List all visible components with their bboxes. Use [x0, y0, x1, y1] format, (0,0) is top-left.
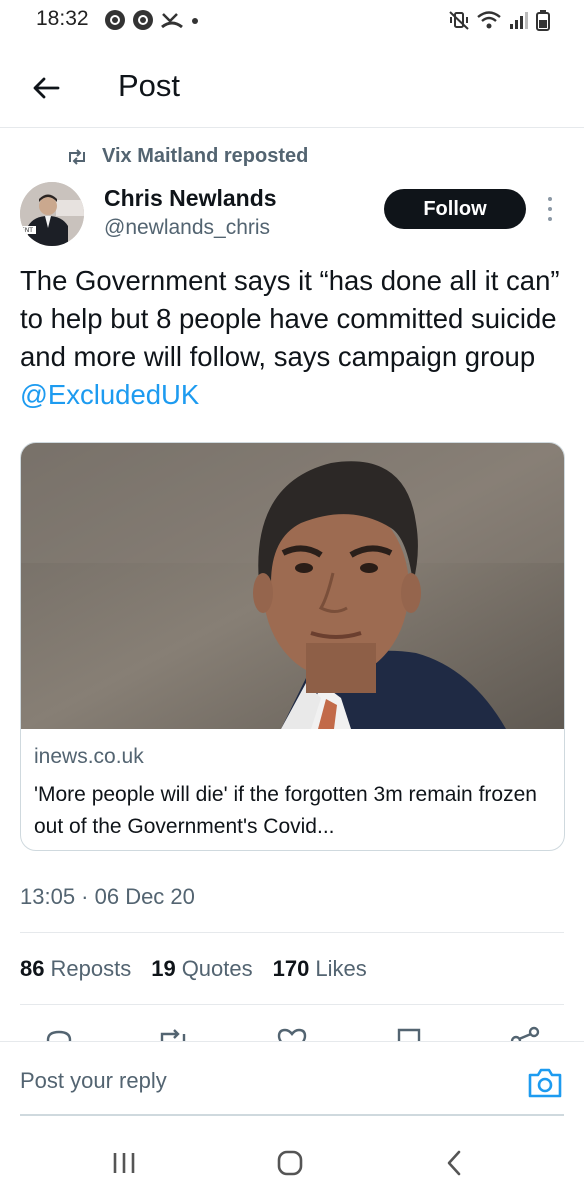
- app-header: Post: [0, 52, 584, 128]
- bookmark-icon[interactable]: [396, 1026, 422, 1042]
- card-domain: inews.co.uk: [34, 745, 144, 768]
- avatar[interactable]: ENT: [20, 182, 84, 246]
- follow-button[interactable]: Follow: [384, 189, 526, 229]
- repost-icon[interactable]: [156, 1026, 190, 1042]
- quotes-count: 19: [151, 956, 176, 981]
- like-icon[interactable]: [276, 1026, 308, 1042]
- divider: [20, 1004, 564, 1005]
- repost-indicator[interactable]: Vix Maitland reposted: [66, 145, 308, 168]
- repost-icon: [69, 148, 85, 165]
- page-title: Post: [118, 68, 181, 103]
- action-row: [0, 1024, 584, 1042]
- system-icons: [448, 9, 550, 31]
- svg-text:ENT: ENT: [21, 227, 33, 234]
- home-button[interactable]: [270, 1148, 310, 1178]
- status-time: 18:32: [36, 7, 89, 30]
- reply-icon[interactable]: [44, 1026, 74, 1042]
- recent-apps-icon: [113, 1153, 135, 1173]
- post-body: The Government says it “has done all it …: [20, 265, 560, 372]
- reposted-by-label: Vix Maitland reposted: [102, 145, 309, 167]
- post-timestamp[interactable]: 13:05 · 06 Dec 20: [20, 884, 195, 910]
- missed-call-icon: [161, 13, 183, 29]
- card-title: 'More people will die' if the forgotten …: [34, 783, 537, 838]
- reply-input[interactable]: Post your reply: [20, 1068, 167, 1094]
- reply-underline: [20, 1114, 564, 1116]
- camera-icon[interactable]: [526, 1064, 564, 1102]
- quotes-stat[interactable]: 19 Quotes: [151, 956, 252, 982]
- status-bar: 18:32: [0, 0, 584, 44]
- recent-apps-button[interactable]: [104, 1148, 144, 1178]
- system-back-button[interactable]: [434, 1148, 474, 1178]
- author-name[interactable]: Chris Newlands: [104, 185, 277, 212]
- notification-icons: [104, 9, 200, 31]
- back-button[interactable]: [26, 68, 66, 108]
- home-icon: [277, 1150, 303, 1176]
- reposts-stat[interactable]: 86 Reposts: [20, 956, 131, 982]
- reply-bar: Post your reply: [0, 1041, 584, 1121]
- divider: [20, 932, 564, 933]
- likes-stat[interactable]: 170 Likes: [273, 956, 367, 982]
- author-handle[interactable]: @newlands_chris: [104, 216, 270, 240]
- reposts-count: 86: [20, 956, 45, 981]
- signal-icon: [510, 12, 528, 29]
- more-options-icon[interactable]: [540, 194, 560, 224]
- wifi-icon: [477, 11, 501, 29]
- engagement-stats: 86 Reposts 19 Quotes 170 Likes: [20, 956, 367, 982]
- share-icon[interactable]: [508, 1026, 542, 1042]
- likes-count: 170: [272, 956, 310, 981]
- post-text: The Government says it “has done all it …: [20, 262, 568, 414]
- back-icon: [447, 1150, 461, 1176]
- card-image[interactable]: [21, 443, 565, 729]
- chrome-icon: [105, 10, 125, 30]
- system-nav-bar: [0, 1122, 584, 1200]
- chrome-icon: [133, 10, 153, 30]
- mention-link[interactable]: @ExcludedUK: [20, 379, 199, 410]
- mute-vibrate-icon: [449, 11, 469, 30]
- dot-icon: [192, 18, 198, 24]
- battery-icon: [536, 10, 550, 31]
- likes-label: Likes: [315, 956, 367, 981]
- link-card[interactable]: inews.co.uk 'More people will die' if th…: [20, 442, 565, 851]
- arrow-left-icon: [33, 77, 60, 99]
- reposts-label: Reposts: [50, 956, 132, 981]
- quotes-label: Quotes: [181, 956, 253, 981]
